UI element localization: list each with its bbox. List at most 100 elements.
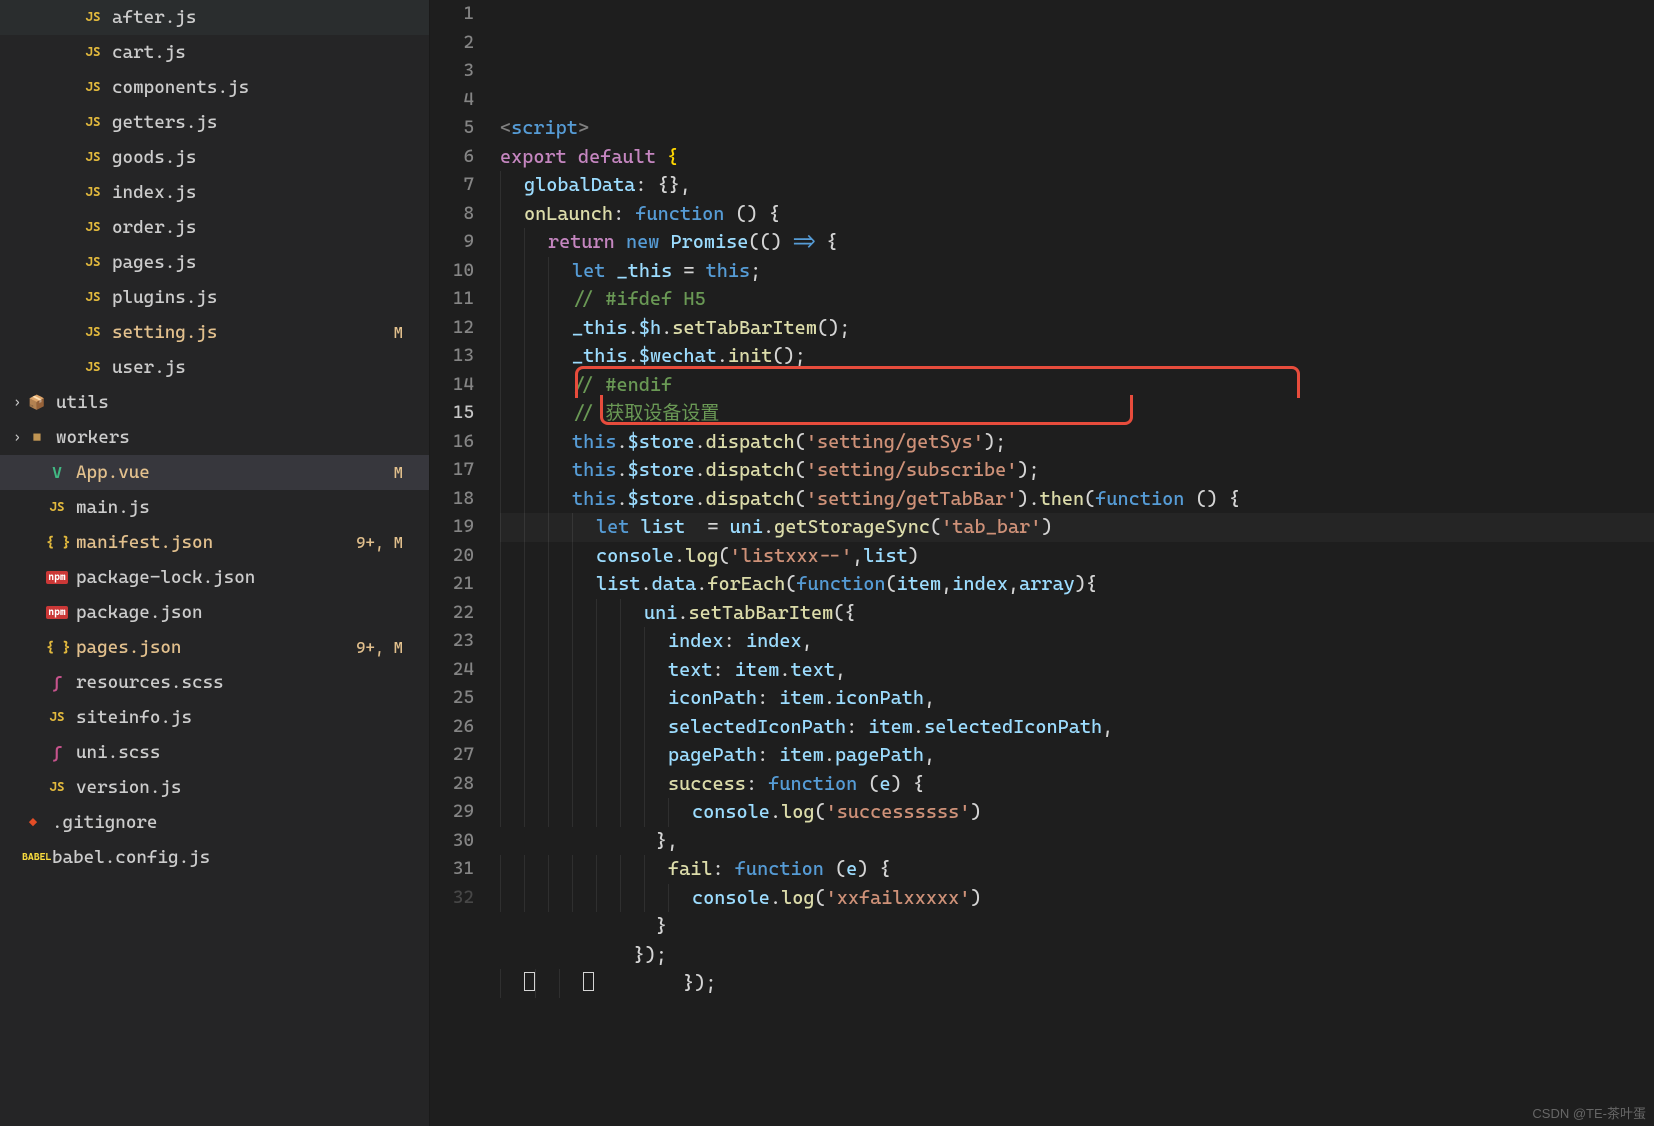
file-item[interactable]: V App.vueM: [0, 455, 429, 490]
line-number: 1: [430, 0, 474, 29]
code-line[interactable]: });: [500, 969, 1654, 998]
npm-icon: npm: [46, 571, 68, 584]
file-item[interactable]: JSuser.js: [0, 350, 429, 385]
line-number: 10: [430, 257, 474, 286]
code-line[interactable]: let _this = this;: [500, 257, 1654, 286]
code-line[interactable]: text: item.text,: [500, 656, 1654, 685]
file-explorer[interactable]: JSafter.jsJScart.jsJScomponents.jsJSgett…: [0, 0, 430, 1126]
file-item[interactable]: JSorder.js: [0, 210, 429, 245]
code-line[interactable]: // 获取设备设置: [500, 399, 1654, 428]
file-name-label: package.json: [76, 602, 421, 623]
line-number: 21: [430, 570, 474, 599]
line-number: 6: [430, 143, 474, 172]
file-name-label: workers: [56, 427, 421, 448]
file-name-label: goods.js: [112, 147, 421, 168]
chevron-right-icon: ›: [8, 395, 26, 410]
code-line[interactable]: this.$store.dispatch('setting/getTabBar'…: [500, 485, 1654, 514]
file-name-label: components.js: [112, 77, 421, 98]
git-status-badge: M: [394, 463, 421, 482]
file-item[interactable]: JSmain.js: [0, 490, 429, 525]
code-line[interactable]: onLaunch: function () {: [500, 200, 1654, 229]
code-line[interactable]: list.data.forEach(function(item,index,ar…: [500, 570, 1654, 599]
code-line[interactable]: _this.$wechat.init();: [500, 342, 1654, 371]
code-line[interactable]: fail: function (e) {: [500, 855, 1654, 884]
line-number: 22: [430, 599, 474, 628]
js-icon: JS: [46, 780, 68, 795]
file-item[interactable]: JScomponents.js: [0, 70, 429, 105]
line-number: 17: [430, 456, 474, 485]
file-item[interactable]: ʃresources.scss: [0, 665, 429, 700]
file-item[interactable]: npm package-lock.json: [0, 560, 429, 595]
file-item[interactable]: npmpackage.json: [0, 595, 429, 630]
line-number: 28: [430, 770, 474, 799]
file-item[interactable]: JSafter.js: [0, 0, 429, 35]
js-icon: JS: [82, 255, 104, 270]
code-line[interactable]: this.$store.dispatch('setting/getSys');: [500, 428, 1654, 457]
file-item[interactable]: JS setting.jsM: [0, 315, 429, 350]
file-item[interactable]: ʃuni.scss: [0, 735, 429, 770]
line-number: 25: [430, 684, 474, 713]
file-item[interactable]: JSpages.js: [0, 245, 429, 280]
file-item[interactable]: JSindex.js: [0, 175, 429, 210]
folder-icon: 📦: [26, 395, 48, 411]
line-number: 16: [430, 428, 474, 457]
js-icon: JS: [82, 45, 104, 60]
code-line[interactable]: index: index,: [500, 627, 1654, 656]
scss-icon: ʃ: [46, 743, 68, 762]
code-line[interactable]: globalData: {},: [500, 171, 1654, 200]
code-line[interactable]: return new Promise(() => {: [500, 228, 1654, 257]
line-number: 3: [430, 57, 474, 86]
line-number: 26: [430, 713, 474, 742]
file-item[interactable]: BABELbabel.config.js: [0, 840, 429, 875]
line-number: 12: [430, 314, 474, 343]
file-item[interactable]: JSplugins.js: [0, 280, 429, 315]
folder-item[interactable]: ›📦utils: [0, 385, 429, 420]
folder-item[interactable]: ›■ workers: [0, 420, 429, 455]
file-item[interactable]: JSgetters.js: [0, 105, 429, 140]
folder-icon: ■: [26, 430, 48, 446]
file-name-label: resources.scss: [76, 672, 421, 693]
code-line[interactable]: // #ifdef H5: [500, 285, 1654, 314]
file-item[interactable]: JScart.js: [0, 35, 429, 70]
git-status-badge: M: [394, 323, 421, 342]
chevron-right-icon: ›: [8, 430, 26, 445]
code-line[interactable]: });: [500, 941, 1654, 970]
file-name-label: index.js: [112, 182, 421, 203]
code-line[interactable]: <script>: [500, 114, 1654, 143]
code-line[interactable]: console.log('listxxx--',list): [500, 542, 1654, 571]
code-line[interactable]: pagePath: item.pagePath,: [500, 741, 1654, 770]
code-line[interactable]: }: [500, 912, 1654, 941]
code-line[interactable]: success: function (e) {: [500, 770, 1654, 799]
js-icon: JS: [82, 325, 104, 340]
code-line[interactable]: console.log('xxfailxxxxx'): [500, 884, 1654, 913]
file-name-label: siteinfo.js: [76, 707, 421, 728]
code-line[interactable]: this.$store.dispatch('setting/subscribe'…: [500, 456, 1654, 485]
code-editor[interactable]: 1234567891011121314151617181920212223242…: [430, 0, 1654, 1126]
file-name-label: App.vue: [76, 462, 394, 483]
line-number: 29: [430, 798, 474, 827]
file-name-label: user.js: [112, 357, 421, 378]
file-item[interactable]: JS goods.js: [0, 140, 429, 175]
code-line[interactable]: // #endif: [500, 371, 1654, 400]
code-line[interactable]: selectedIconPath: item.selectedIconPath,: [500, 713, 1654, 742]
file-item[interactable]: ◆.gitignore: [0, 805, 429, 840]
file-item[interactable]: JSversion.js: [0, 770, 429, 805]
code-line[interactable]: _this.$h.setTabBarItem();: [500, 314, 1654, 343]
file-item[interactable]: { }manifest.json9+, M: [0, 525, 429, 560]
code-line[interactable]: uni.setTabBarItem({: [500, 599, 1654, 628]
code-content[interactable]: <script>export default { globalData: {},…: [500, 0, 1654, 1126]
vue-icon: V: [46, 463, 68, 482]
file-name-label: setting.js: [112, 322, 394, 343]
code-line[interactable]: iconPath: item.iconPath,: [500, 684, 1654, 713]
file-name-label: package-lock.json: [76, 567, 421, 588]
file-item[interactable]: { }pages.json9+, M: [0, 630, 429, 665]
line-number: 24: [430, 656, 474, 685]
code-line[interactable]: export default {: [500, 143, 1654, 172]
code-line[interactable]: let list = uni.getStorageSync('tab_bar'): [500, 513, 1654, 542]
js-icon: JS: [82, 150, 104, 165]
code-line[interactable]: console.log('successssss'): [500, 798, 1654, 827]
file-name-label: after.js: [112, 7, 421, 28]
code-line[interactable]: },: [500, 827, 1654, 856]
file-item[interactable]: JSsiteinfo.js: [0, 700, 429, 735]
watermark: CSDN @TE-茶叶蛋: [1532, 1103, 1646, 1122]
